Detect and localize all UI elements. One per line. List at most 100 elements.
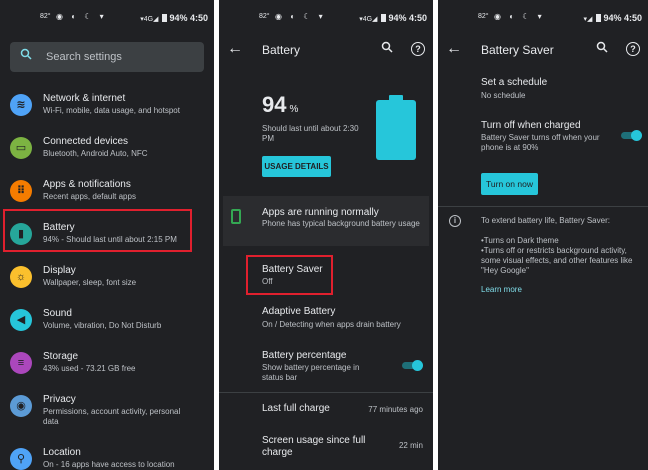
turn-off-subtitle: Battery Saver turns off when your phone … [481,133,600,152]
app-bar: ← Battery Saver ? [438,36,648,66]
signal-icon: ▾4G◢ [140,16,159,23]
status-right: ▾4G◢ 94% 4:50 [359,13,427,23]
back-arrow-icon[interactable]: ← [446,40,462,58]
battery-ok-icon [231,209,241,224]
screen-usage-title: Screen usage since full charge [262,435,366,458]
status-time: 4:50 [408,13,427,23]
battery-saver-highlight-box [246,255,333,295]
status-right: ▾4G◢ 94% 4:50 [140,13,208,23]
settings-item-subtitle: Volume, vibration, Do Not Disturb [43,321,162,330]
settings-item-title: Display [43,265,76,276]
battery-highlight-box [3,209,192,252]
status-battery-text: 94% [388,13,407,23]
signal-icon: ▾4G◢ [359,16,378,23]
devices-icon: ▭ [10,137,32,159]
battery-status-icon [596,14,602,22]
status-battery-text: 94% [169,13,188,23]
settings-item-apps[interactable]: ⠿ Apps & notifications Recent apps, defa… [0,174,214,214]
battery-graphic [376,100,416,160]
usage-details-button[interactable]: USAGE DETAILS [262,156,331,177]
settings-item-location[interactable]: ⚲ Location On - 16 apps have access to l… [0,442,214,470]
status-bar: 82° ◉ ◐ ☾ ▾ ▾4G◢ 94% 4:50 [0,10,214,26]
settings-item-title: Sound [43,308,72,319]
battery-percentage-title: Battery percentage [262,350,347,361]
settings-item-subtitle: Recent apps, default apps [43,192,136,201]
back-arrow-icon[interactable]: ← [227,40,243,58]
status-bar: 82° ◉ ◐ ☾ ▾ ▾◢ 94% 4:50 [438,10,648,26]
adaptive-battery-title: Adaptive Battery [262,306,336,317]
last-full-charge-value: 77 minutes ago [368,405,423,414]
turn-off-title: Turn off when charged [481,120,581,131]
status-time: 4:50 [623,13,642,23]
settings-item-subtitle: Wallpaper, sleep, font size [43,278,137,287]
settings-item-sound[interactable]: ◀ Sound Volume, vibration, Do Not Distur… [0,303,214,343]
divider [219,392,433,393]
page-title: Battery Saver [481,43,554,57]
battery-estimate: Should last until about 2:30 PM [262,124,359,143]
status-left-text: 82° [259,13,270,20]
settings-item-title: Privacy [43,394,76,405]
last-full-charge-title: Last full charge [262,403,330,414]
storage-icon: ≡ [10,352,32,374]
divider [438,206,648,207]
status-card-title: Apps are running normally [262,207,379,218]
info-intro: To extend battery life, Battery Saver: [481,216,610,225]
settings-item-display[interactable]: ☼ Display Wallpaper, sleep, font size [0,260,214,300]
settings-screen: 82° ◉ ◐ ☾ ▾ ▾4G◢ 94% 4:50 Search settings… [0,0,214,470]
battery-saver-screen: 82° ◉ ◐ ☾ ▾ ▾◢ 94% 4:50 ← Battery Saver ?… [438,0,648,470]
signal-icon: ▾◢ [583,16,593,23]
learn-more-link[interactable]: Learn more [481,285,522,294]
help-icon[interactable]: ? [411,42,425,56]
volume-icon: ◀ [10,309,32,331]
info-bullets: •Turns on Dark theme •Turns off or restr… [481,236,633,275]
apps-icon: ⠿ [10,180,32,202]
status-bar: 82° ◉ ◐ ☾ ▾ ▾4G◢ 94% 4:50 [219,10,433,26]
search-input[interactable]: Search settings [10,42,204,72]
adaptive-battery-subtitle: On / Detecting when apps drain battery [262,320,401,329]
settings-item-subtitle: Wi-Fi, mobile, data usage, and hotspot [43,106,180,115]
settings-item-network[interactable]: ≋ Network & internet Wi-Fi, mobile, data… [0,88,214,128]
settings-item-title: Storage [43,351,79,362]
settings-item-connected-devices[interactable]: ▭ Connected devices Bluetooth, Android A… [0,131,214,171]
settings-item-title: Apps & notifications [43,179,131,190]
brightness-icon: ☼ [10,266,32,288]
battery-screen: 82° ◉ ◐ ☾ ▾ ▾4G◢ 94% 4:50 ← Battery ? 94%… [219,0,433,470]
settings-item-subtitle: On - 16 apps have access to location [43,460,175,469]
settings-item-title: Connected devices [43,136,129,147]
battery-percentage-toggle[interactable] [402,360,423,371]
schedule-title: Set a schedule [481,77,548,88]
eye-icon: ◉ [10,395,32,417]
search-icon[interactable] [596,41,608,56]
status-left-text: 82° [40,13,51,20]
turn-on-now-button[interactable]: Turn on now [481,173,538,195]
status-time: 4:50 [189,13,208,23]
battery-status-icon [162,14,168,22]
battery-percent: 94% [262,92,298,118]
notification-icons: ◉ ◐ ☾ ▾ [56,12,107,21]
settings-item-subtitle: Bluetooth, Android Auto, NFC [43,149,148,158]
search-placeholder: Search settings [46,51,122,63]
settings-item-title: Location [43,447,81,458]
status-right: ▾◢ 94% 4:50 [584,13,642,23]
info-icon: i [449,215,461,227]
battery-percentage-subtitle: Show battery percentage in status bar [262,363,360,382]
status-card-subtitle: Phone has typical background battery usa… [262,219,420,228]
settings-item-privacy[interactable]: ◉ Privacy Permissions, account activity,… [0,389,214,433]
settings-item-subtitle: 43% used - 73.21 GB free [43,364,136,373]
schedule-subtitle: No schedule [481,91,526,100]
search-icon [20,48,32,63]
search-icon[interactable] [381,41,393,56]
location-icon: ⚲ [10,448,32,470]
battery-status-card[interactable]: Apps are running normally Phone has typi… [223,196,429,246]
battery-status-icon [381,14,387,22]
settings-item-subtitle: Permissions, account activity, personal … [43,407,181,426]
status-battery-text: 94% [603,13,622,23]
status-left-text: 82° [478,13,489,20]
notification-icons: ◉ ◐ ☾ ▾ [275,12,326,21]
settings-item-title: Network & internet [43,93,126,104]
help-icon[interactable]: ? [626,42,640,56]
page-title: Battery [262,43,301,57]
settings-item-storage[interactable]: ≡ Storage 43% used - 73.21 GB free [0,346,214,386]
turn-off-toggle[interactable] [621,130,642,141]
app-bar: ← Battery ? [219,36,433,66]
